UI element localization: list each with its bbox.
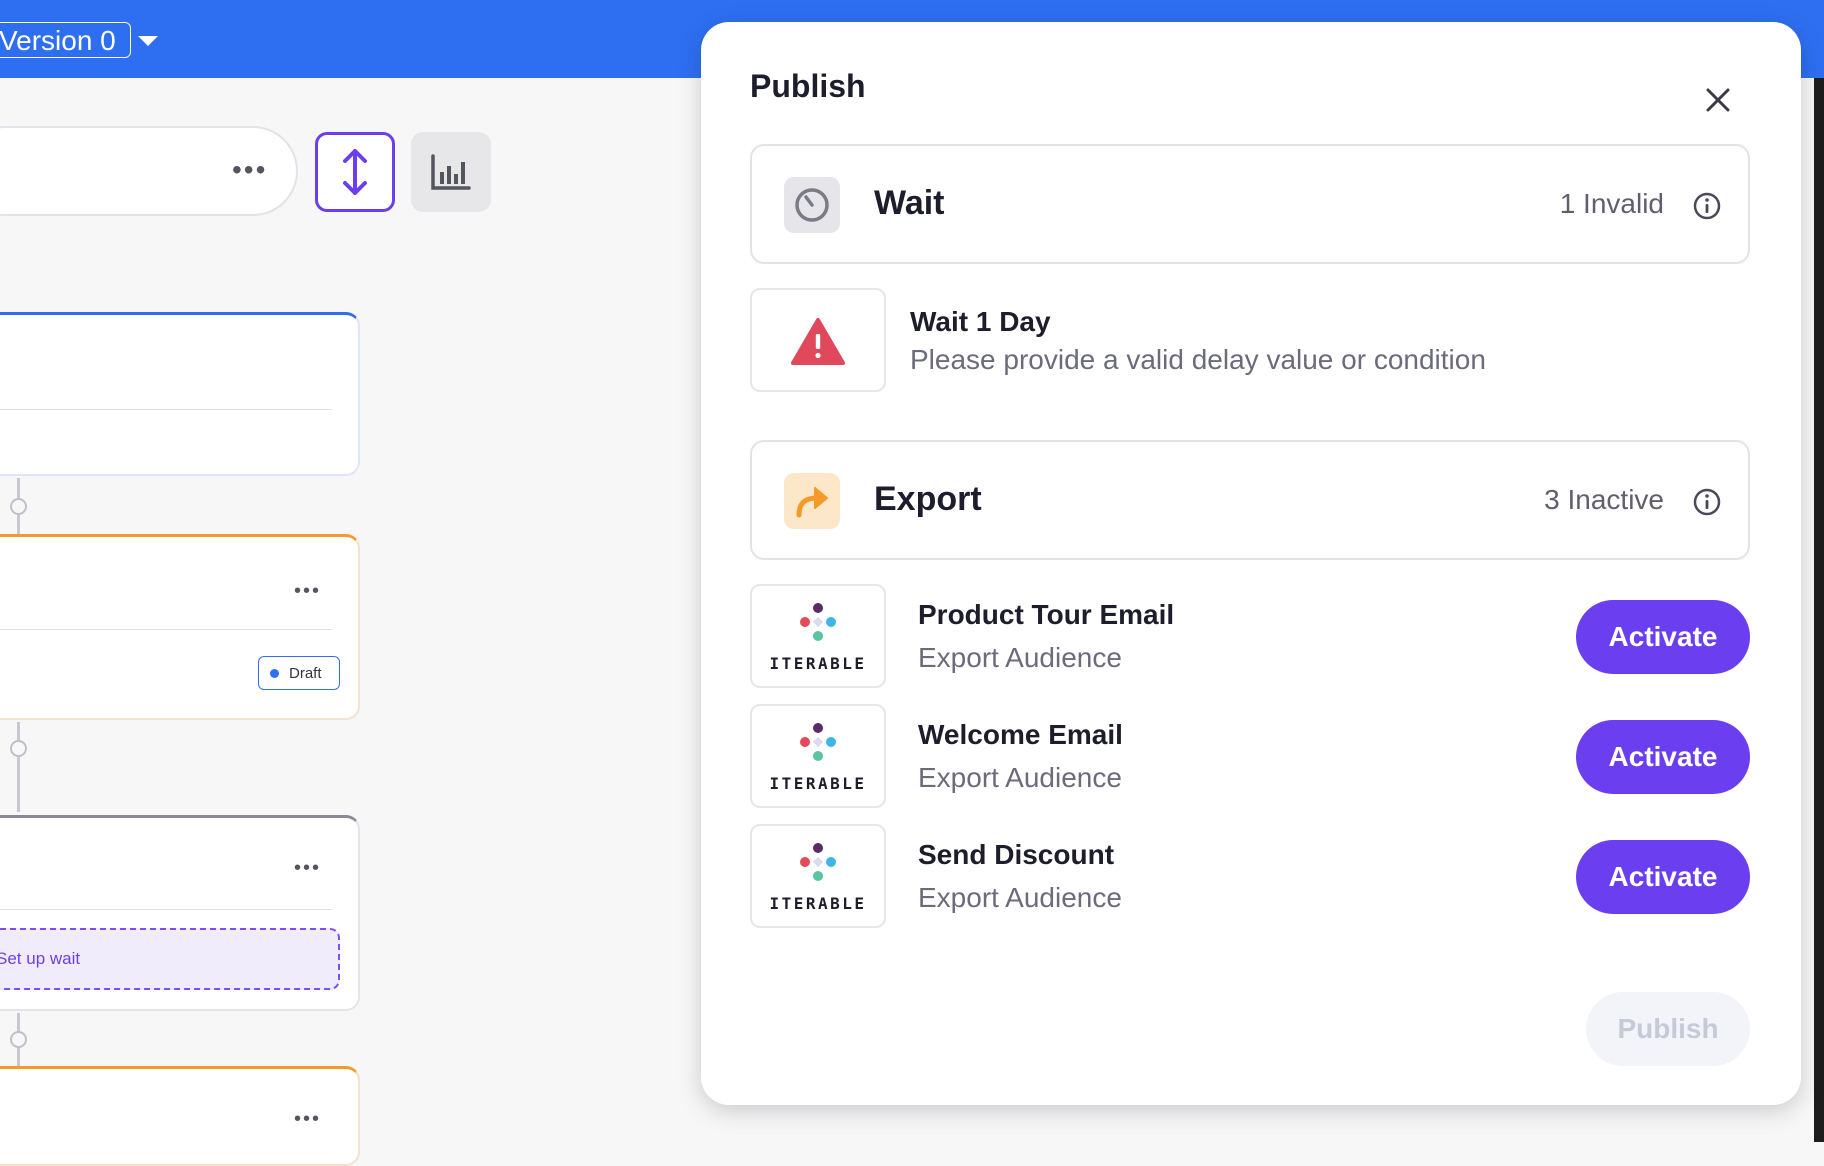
node-divider — [0, 909, 332, 910]
more-options-icon[interactable]: ••• — [232, 156, 267, 184]
iterable-logo: ITERABLE — [750, 584, 886, 688]
iterable-logo-icon — [800, 723, 836, 761]
info-icon[interactable] — [1692, 487, 1722, 517]
activate-button[interactable]: Activate — [1576, 720, 1750, 794]
connector-handle[interactable] — [10, 1031, 27, 1048]
flow-connector — [17, 722, 20, 812]
warning-tile — [750, 288, 886, 392]
activate-button[interactable]: Activate — [1576, 840, 1750, 914]
more-options-icon[interactable]: ••• — [294, 581, 321, 601]
iterable-logo-icon — [800, 843, 836, 881]
logo-wordmark: ITERABLE — [769, 774, 867, 793]
status-badge: Draft — [258, 656, 340, 690]
activate-button[interactable]: Activate — [1576, 600, 1750, 674]
chevron-down-icon[interactable] — [138, 36, 158, 46]
more-options-icon[interactable]: ••• — [294, 1109, 321, 1129]
export-item-subtitle: Export Audience — [918, 762, 1122, 793]
info-icon[interactable] — [1692, 191, 1722, 221]
publish-dialog: Publish Wait 1 Invalid Wait 1 Day Please… — [701, 22, 1801, 1105]
inactive-count: 3 Inactive — [1544, 484, 1664, 515]
logo-wordmark: ITERABLE — [769, 894, 867, 913]
export-item-subtitle: Export Audience — [918, 882, 1122, 913]
flow-node[interactable]: ••• — [0, 1066, 360, 1166]
window-edge-top — [1814, 0, 1824, 78]
iterable-logo: ITERABLE — [750, 824, 886, 928]
iterable-logo: ITERABLE — [750, 704, 886, 808]
publish-button[interactable]: Publish — [1586, 992, 1750, 1066]
connector-handle[interactable] — [10, 498, 27, 515]
export-item-title: Product Tour Email — [918, 599, 1175, 630]
dialog-title: Publish — [750, 68, 866, 104]
more-options-icon[interactable]: ••• — [294, 858, 321, 878]
expand-vertical-button[interactable] — [315, 132, 395, 212]
export-item-subtitle: Export Audience — [918, 642, 1122, 673]
section-label: Export — [874, 480, 982, 518]
analytics-button[interactable] — [411, 132, 491, 212]
export-item-title: Send Discount — [918, 839, 1115, 870]
flow-node[interactable]: ••• — [0, 534, 360, 720]
iterable-logo-icon — [800, 603, 836, 641]
status-dot — [270, 669, 279, 678]
section-label: Wait — [874, 184, 945, 222]
vertical-arrows-icon — [343, 149, 367, 195]
bar-chart-icon — [431, 154, 471, 190]
connector-handle[interactable] — [10, 740, 27, 757]
wait-section-header[interactable]: Wait 1 Invalid — [750, 144, 1750, 264]
export-item-title: Welcome Email — [918, 719, 1123, 750]
toolbar-pill: ••• — [0, 126, 298, 216]
node-divider — [0, 409, 332, 410]
close-button[interactable] — [1696, 78, 1740, 122]
version-selector[interactable]: Version 0 — [0, 22, 131, 58]
warning-icon — [791, 318, 845, 365]
wait-item-title: Wait 1 Day — [910, 306, 1051, 337]
export-arrow-icon — [784, 473, 840, 529]
flow-node[interactable] — [0, 312, 360, 476]
window-edge — [1814, 0, 1824, 1142]
status-badge-label: Draft — [289, 664, 322, 682]
wait-item-error: Please provide a valid delay value or co… — [910, 344, 1486, 375]
clock-icon — [784, 177, 840, 233]
export-section-header[interactable]: Export 3 Inactive — [750, 440, 1750, 560]
logo-wordmark: ITERABLE — [769, 654, 867, 673]
setup-wait-placeholder[interactable]: Set up wait — [0, 928, 340, 990]
node-divider — [0, 629, 332, 630]
invalid-count: 1 Invalid — [1559, 188, 1664, 219]
close-icon — [1706, 88, 1730, 112]
